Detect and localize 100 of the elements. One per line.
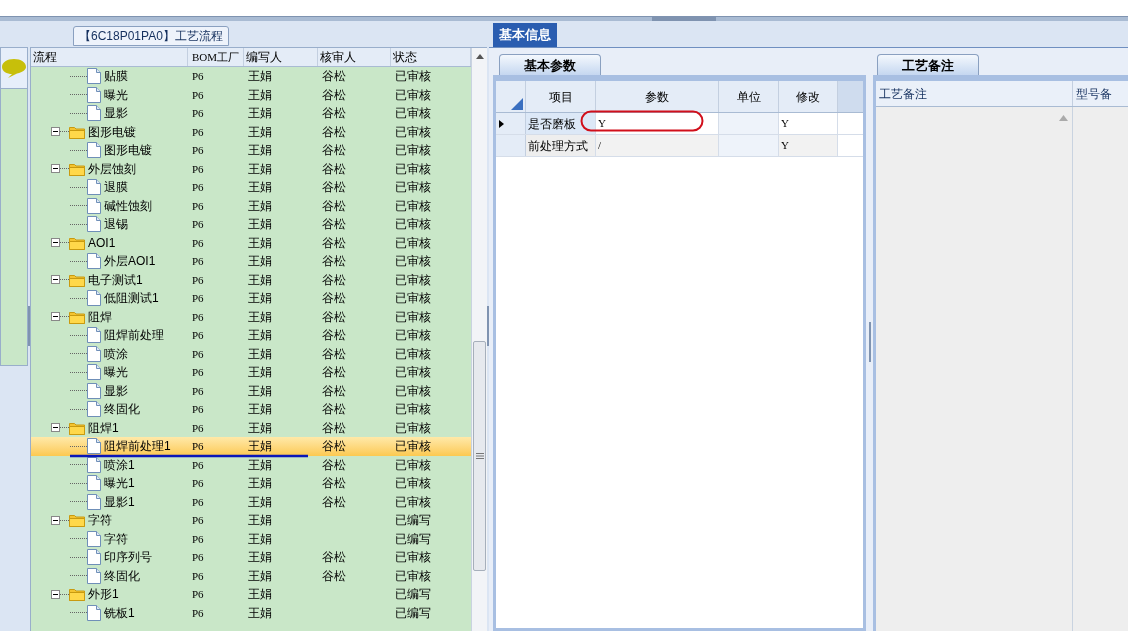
tree-row[interactable]: 电子测试1 P6 王娟 谷松 已审核 <box>31 270 471 289</box>
table-cell: 已审核 <box>395 291 431 306</box>
tree-row[interactable]: 阻焊 P6 王娟 谷松 已审核 <box>31 307 471 326</box>
collapse-icon[interactable] <box>51 127 60 137</box>
tree-row[interactable]: 阻焊前处理 P6 王娟 谷松 已审核 <box>31 326 471 345</box>
corner-icon[interactable] <box>511 98 523 110</box>
tree-row[interactable]: 图形电镀 P6 王娟 谷松 已审核 <box>31 141 471 160</box>
tree-label: 退膜 <box>104 179 128 197</box>
table-cell: 王娟 <box>248 457 272 472</box>
tree-row[interactable]: 喷涂 P6 王娟 谷松 已审核 <box>31 344 471 363</box>
tree-row[interactable]: 曝光1 P6 王娟 谷松 已审核 <box>31 474 471 493</box>
tree-row[interactable]: 阻焊1 P6 王娟 谷松 已审核 <box>31 418 471 437</box>
table-cell[interactable]: 是否磨板 <box>526 113 596 134</box>
table-cell: P6 <box>192 440 204 452</box>
table-cell: 已审核 <box>395 457 431 472</box>
table-cell: 王娟 <box>248 494 272 509</box>
column-header[interactable]: BOM工厂 <box>188 48 244 66</box>
column-header[interactable]: 流程 <box>31 48 188 66</box>
splitter-grip[interactable] <box>868 322 871 362</box>
document-icon <box>87 364 101 381</box>
table-cell[interactable]: Y <box>779 135 838 156</box>
folder-icon <box>69 587 85 602</box>
tree-row[interactable]: 曝光 P6 王娟 谷松 已审核 <box>31 85 471 104</box>
tree-row[interactable]: 退膜 P6 王娟 谷松 已审核 <box>31 178 471 197</box>
table-cell: 已审核 <box>395 272 431 287</box>
table-cell: P6 <box>192 218 204 230</box>
tree-row[interactable]: 阻焊前处理1 P6 王娟 谷松 已审核 <box>31 437 471 456</box>
tree-row[interactable]: 显影 P6 王娟 谷松 已审核 <box>31 381 471 400</box>
tree-row[interactable]: 喷涂1 P6 王娟 谷松 已审核 <box>31 455 471 474</box>
tree-row[interactable]: 终固化 P6 王娟 谷松 已审核 <box>31 400 471 419</box>
table-cell[interactable]: Y <box>779 113 838 134</box>
column-header[interactable]: 工艺备注 <box>876 81 1073 106</box>
table-cell[interactable] <box>719 113 779 134</box>
table-cell: 谷松 <box>322 143 346 158</box>
table-cell: 谷松 <box>322 161 346 176</box>
column-header[interactable]: 型号备 <box>1073 81 1128 106</box>
tree-row[interactable]: 显影1 P6 王娟 谷松 已审核 <box>31 492 471 511</box>
tree-row[interactable]: 终固化 P6 王娟 谷松 已审核 <box>31 566 471 585</box>
table-cell[interactable] <box>719 135 779 156</box>
collapse-icon[interactable] <box>51 423 60 433</box>
tree-row[interactable]: 图形电镀 P6 王娟 谷松 已审核 <box>31 122 471 141</box>
tab[interactable]: 基本信息 <box>493 23 557 47</box>
column-header[interactable]: 单位 <box>719 81 779 112</box>
table-cell: 谷松 <box>322 69 346 84</box>
document-icon <box>87 567 101 584</box>
tree-label: 曝光 <box>104 86 128 104</box>
table-cell: 谷松 <box>322 309 346 324</box>
collapse-icon[interactable] <box>51 275 60 285</box>
column-header[interactable]: 参数 <box>596 81 719 112</box>
tree-row[interactable]: 外层AOI1 P6 王娟 谷松 已审核 <box>31 252 471 271</box>
collapse-icon[interactable] <box>51 515 60 525</box>
table-cell[interactable]: / <box>596 135 719 156</box>
column-header[interactable]: 项目 <box>526 81 596 112</box>
tree-label: 终固化 <box>104 567 140 585</box>
tree-row[interactable]: 外形1 P6 王娟 已编写 <box>31 585 471 604</box>
tree-label: 电子测试1 <box>88 271 143 289</box>
tree-row[interactable]: 外层蚀刻 P6 王娟 谷松 已审核 <box>31 159 471 178</box>
table-cell: 谷松 <box>322 328 346 343</box>
table-cell: 谷松 <box>322 346 346 361</box>
tab[interactable]: 基本参数 <box>499 54 601 75</box>
table-cell: P6 <box>192 236 204 249</box>
collapse-icon[interactable] <box>51 238 60 248</box>
table-cell: 王娟 <box>248 217 272 232</box>
tree-row[interactable]: 铣板1 P6 王娟 已编写 <box>31 603 471 622</box>
column-header[interactable]: 核审人 <box>318 48 391 66</box>
table-cell: 王娟 <box>248 161 272 176</box>
scroll-up-icon[interactable] <box>476 54 484 59</box>
tree-row[interactable]: 印序列号 P6 王娟 谷松 已审核 <box>31 548 471 567</box>
document-icon <box>87 345 101 362</box>
document-icon <box>87 86 101 103</box>
tree-row[interactable]: 显影 P6 王娟 谷松 已审核 <box>31 104 471 123</box>
table-cell: P6 <box>192 551 204 563</box>
tree-row[interactable]: 曝光 P6 王娟 谷松 已审核 <box>31 363 471 382</box>
table-cell[interactable]: Y <box>596 113 719 134</box>
tree-row[interactable]: 字符 P6 王娟 已编写 <box>31 529 471 548</box>
tab[interactable]: 工艺备注 <box>877 54 979 75</box>
row-header[interactable] <box>496 113 526 134</box>
table-cell: 谷松 <box>322 198 346 213</box>
table-cell: 谷松 <box>322 254 346 269</box>
tree-row[interactable]: 退锡 P6 王娟 谷松 已审核 <box>31 215 471 234</box>
splitter-handle[interactable] <box>652 17 716 21</box>
tree-row[interactable]: 贴膜 P6 王娟 谷松 已审核 <box>31 67 471 86</box>
table-cell[interactable]: 前处理方式 <box>526 135 596 156</box>
table-cell: 谷松 <box>322 402 346 417</box>
table-cell: 已审核 <box>395 198 431 213</box>
tree-label: 显影 <box>104 382 128 400</box>
folder-icon <box>69 235 85 250</box>
collapse-icon[interactable] <box>51 589 60 599</box>
scrollbar-thumb[interactable] <box>473 341 486 571</box>
document-icon <box>87 456 101 473</box>
tree-row[interactable]: 碱性蚀刻 P6 王娟 谷松 已审核 <box>31 196 471 215</box>
tree-row[interactable]: AOI1 P6 王娟 谷松 已审核 <box>31 233 471 252</box>
column-header[interactable]: 编写人 <box>244 48 318 66</box>
table-cell: P6 <box>192 421 204 434</box>
tree-row[interactable]: 字符 P6 王娟 已编写 <box>31 511 471 530</box>
collapse-icon[interactable] <box>51 164 60 174</box>
collapse-icon[interactable] <box>51 312 60 322</box>
scrollbar[interactable] <box>471 48 487 631</box>
tree-label: 阻焊前处理 <box>104 327 164 345</box>
tree-row[interactable]: 低阻测试1 P6 王娟 谷松 已审核 <box>31 289 471 308</box>
